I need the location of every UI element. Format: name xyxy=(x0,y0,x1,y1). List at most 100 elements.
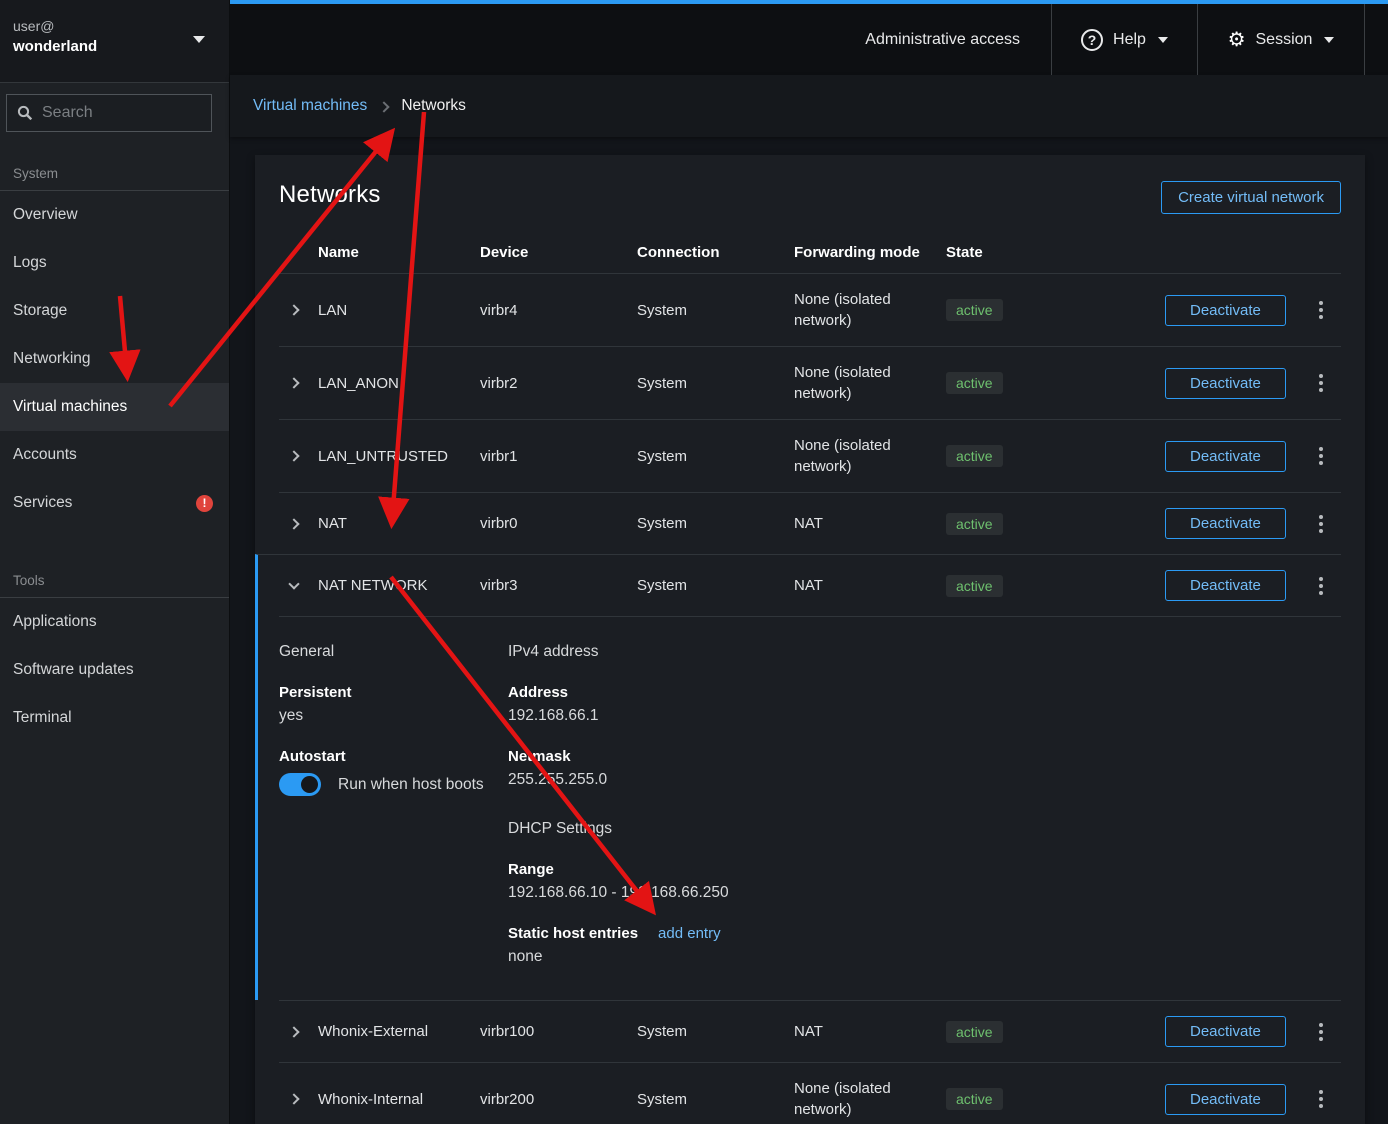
sidebar-item-networking[interactable]: Networking xyxy=(0,335,229,383)
deactivate-button[interactable]: Deactivate xyxy=(1165,1016,1286,1047)
expand-row-button[interactable] xyxy=(279,1084,309,1114)
state-badge: active xyxy=(946,445,1003,467)
forwarding-mode-cell: None (isolated network) xyxy=(794,435,906,477)
sidebar-item-services[interactable]: Services! xyxy=(0,479,229,527)
sidebar-item-accounts[interactable]: Accounts xyxy=(0,431,229,479)
chevron-down-icon xyxy=(1324,37,1334,43)
persistent-value: yes xyxy=(279,707,508,725)
network-name-cell: Whonix-Internal xyxy=(318,1091,480,1108)
sidebar-item-label: Storage xyxy=(13,302,67,320)
administrative-access-button[interactable]: Administrative access xyxy=(834,4,1051,75)
sidebar-item-applications[interactable]: Applications xyxy=(0,598,229,646)
kebab-menu-button[interactable] xyxy=(1313,509,1329,539)
chevron-right-icon xyxy=(288,1093,299,1104)
expand-row-button[interactable] xyxy=(279,295,309,325)
nav-section-label: System xyxy=(0,142,229,191)
autostart-toggle-label: Run when host boots xyxy=(338,776,484,794)
user-name: user@ xyxy=(13,18,213,34)
chevron-right-icon xyxy=(288,377,299,388)
forwarding-mode-cell: NAT xyxy=(794,575,906,596)
deactivate-button[interactable]: Deactivate xyxy=(1165,441,1286,472)
help-icon: ? xyxy=(1081,29,1103,51)
connection-cell: System xyxy=(637,515,794,532)
forwarding-mode-cell: None (isolated network) xyxy=(794,1078,906,1120)
sidebar-item-logs[interactable]: Logs xyxy=(0,239,229,287)
sidebar-item-terminal[interactable]: Terminal xyxy=(0,694,229,742)
add-entry-link[interactable]: add entry xyxy=(658,925,721,942)
expand-row-button[interactable] xyxy=(279,441,309,471)
chevron-down-icon xyxy=(1158,37,1168,43)
breadcrumb-current: Networks xyxy=(401,97,466,115)
column-header-state: State xyxy=(946,244,1165,261)
gear-icon: ⚙ xyxy=(1228,30,1246,50)
expand-row-button[interactable] xyxy=(279,1017,309,1047)
chevron-right-icon xyxy=(288,518,299,529)
session-label: Session xyxy=(1256,31,1313,49)
forwarding-mode-cell: None (isolated network) xyxy=(794,289,906,331)
expand-row-button[interactable] xyxy=(279,368,309,398)
kebab-menu-button[interactable] xyxy=(1313,441,1329,471)
address-label: Address xyxy=(508,684,1341,701)
user-menu[interactable]: user@ wonderland xyxy=(0,0,229,83)
sidebar-item-label: Accounts xyxy=(13,446,77,464)
kebab-menu-button[interactable] xyxy=(1313,368,1329,398)
device-cell: virbr1 xyxy=(480,448,637,465)
kebab-menu-button[interactable] xyxy=(1313,1017,1329,1047)
chevron-right-icon xyxy=(288,450,299,461)
sidebar-item-overview[interactable]: Overview xyxy=(0,191,229,239)
device-cell: virbr4 xyxy=(480,302,637,319)
column-header-name: Name xyxy=(318,244,480,261)
sidebar-item-label: Networking xyxy=(13,350,91,368)
range-label: Range xyxy=(508,861,1341,878)
range-value: 192.168.66.10 - 192.168.66.250 xyxy=(508,884,1341,902)
table-row: Whonix-Externalvirbr100SystemNATactiveDe… xyxy=(279,1000,1341,1062)
netmask-label: Netmask xyxy=(508,748,1341,765)
host-name: wonderland xyxy=(13,38,213,55)
connection-cell: System xyxy=(637,375,794,392)
breadcrumb-virtual-machines-link[interactable]: Virtual machines xyxy=(253,97,367,115)
deactivate-button[interactable]: Deactivate xyxy=(1165,570,1286,601)
forwarding-mode-cell: NAT xyxy=(794,1021,906,1042)
create-virtual-network-button[interactable]: Create virtual network xyxy=(1161,181,1341,214)
kebab-menu-button[interactable] xyxy=(1313,295,1329,325)
state-badge: active xyxy=(946,513,1003,535)
main-area: Administrative access ? Help ⚙ Session V… xyxy=(230,0,1388,1124)
sidebar-item-software-updates[interactable]: Software updates xyxy=(0,646,229,694)
sidebar-item-label: Terminal xyxy=(13,709,72,727)
connection-cell: System xyxy=(637,1091,794,1108)
cockpit-window: user@ wonderland System Overview Logs Stora… xyxy=(0,0,1388,1124)
column-header-device: Device xyxy=(480,244,637,261)
connection-cell: System xyxy=(637,302,794,319)
column-header-forwarding-mode: Forwarding mode xyxy=(794,244,946,261)
expanded-row-group: NAT NETWORKvirbr3SystemNATactiveDeactiva… xyxy=(255,554,1341,1000)
top-bar-end-divider xyxy=(1364,4,1388,75)
column-header-connection: Connection xyxy=(637,244,794,261)
table-row: NATvirbr0SystemNATactiveDeactivate xyxy=(279,492,1341,554)
sidebar-item-label: Overview xyxy=(13,206,78,224)
network-name-cell: LAN_ANON xyxy=(318,375,480,392)
sidebar-item-storage[interactable]: Storage xyxy=(0,287,229,335)
session-menu[interactable]: ⚙ Session xyxy=(1197,4,1364,75)
state-badge: active xyxy=(946,1021,1003,1043)
help-menu[interactable]: ? Help xyxy=(1051,4,1197,75)
persistent-label: Persistent xyxy=(279,684,508,701)
kebab-menu-button[interactable] xyxy=(1313,571,1329,601)
device-cell: virbr2 xyxy=(480,375,637,392)
expand-row-button[interactable] xyxy=(279,509,309,539)
deactivate-button[interactable]: Deactivate xyxy=(1165,368,1286,399)
state-badge: active xyxy=(946,372,1003,394)
search-input[interactable] xyxy=(42,104,192,122)
kebab-menu-button[interactable] xyxy=(1313,1084,1329,1114)
search-box[interactable] xyxy=(6,94,212,132)
netmask-value: 255.255.255.0 xyxy=(508,771,1341,789)
deactivate-button[interactable]: Deactivate xyxy=(1165,1084,1286,1115)
sidebar-item-virtual-machines[interactable]: Virtual machines xyxy=(0,383,229,431)
autostart-toggle[interactable] xyxy=(279,773,321,796)
address-value: 192.168.66.1 xyxy=(508,707,1341,725)
state-badge: active xyxy=(946,299,1003,321)
table-row: LAN_ANONvirbr2SystemNone (isolated netwo… xyxy=(279,346,1341,419)
deactivate-button[interactable]: Deactivate xyxy=(1165,508,1286,539)
network-name-cell: NAT NETWORK xyxy=(318,577,480,594)
deactivate-button[interactable]: Deactivate xyxy=(1165,295,1286,326)
collapse-row-button[interactable] xyxy=(279,571,309,601)
